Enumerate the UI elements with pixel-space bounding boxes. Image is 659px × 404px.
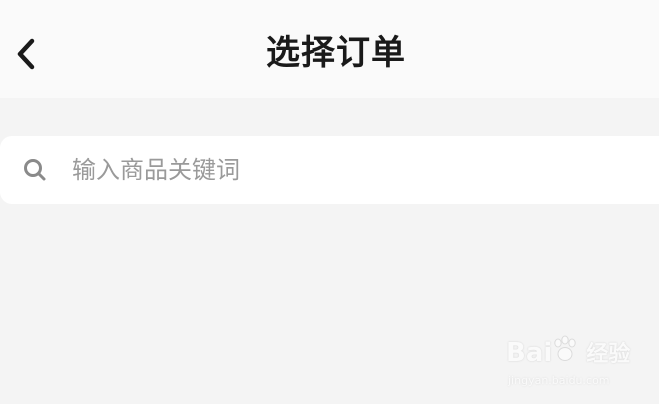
- watermark-logo: Bai 经验 jingyan.baidu.com: [506, 335, 646, 396]
- watermark-url: jingyan.baidu.com: [508, 374, 610, 387]
- search-bar[interactable]: [0, 136, 659, 204]
- search-icon: [24, 159, 46, 181]
- search-input[interactable]: [72, 150, 632, 190]
- paw-icon: [554, 335, 576, 361]
- page-title: 选择订单: [266, 33, 406, 73]
- top-navigation-bar: 选择订单: [0, 0, 659, 98]
